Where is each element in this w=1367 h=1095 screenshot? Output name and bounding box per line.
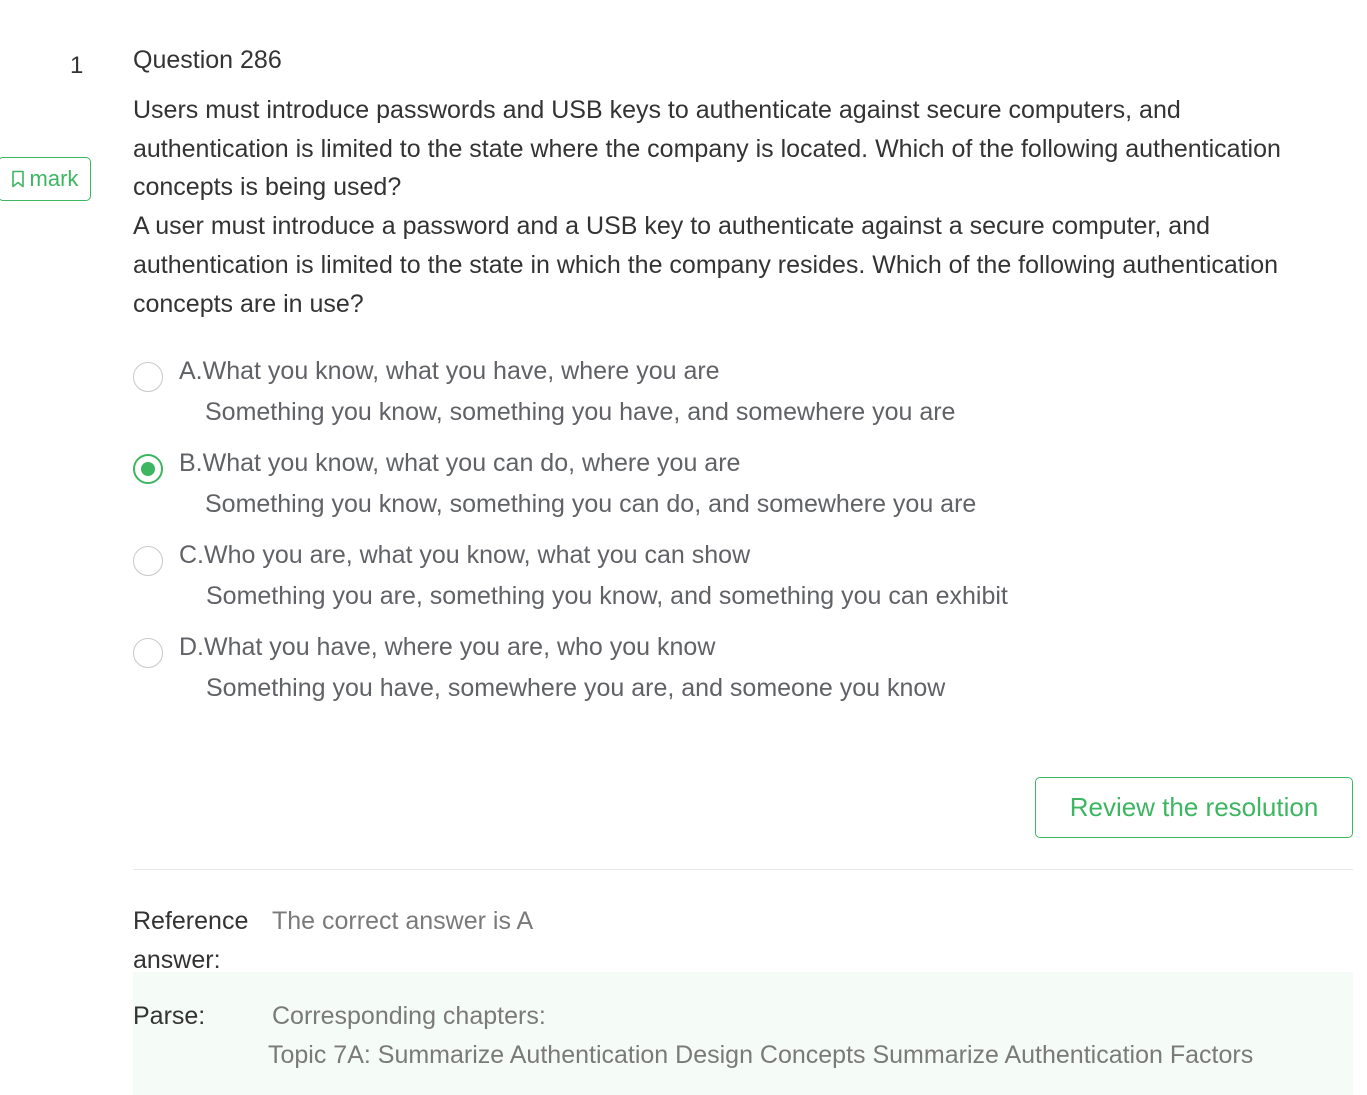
review-resolution-button[interactable]: Review the resolution	[1035, 777, 1353, 838]
option-b-radio[interactable]	[133, 454, 163, 484]
question-text-secondary: A user must introduce a password and a U…	[133, 212, 1279, 318]
section-divider	[133, 869, 1353, 870]
question-index: 1	[70, 52, 84, 79]
option-d-description: Something you have, somewhere you are, a…	[206, 674, 946, 702]
question-text-primary: Users must introduce passwords and USB k…	[133, 96, 1281, 202]
option-c-label: C.Who you are, what you know, what you c…	[179, 541, 751, 569]
bookmark-icon	[11, 170, 24, 188]
question-page: 1 mark Question 286 Users must introduce…	[0, 0, 1367, 1095]
question-title: Question 286	[133, 46, 282, 74]
radio-selected-dot	[141, 462, 155, 476]
option-d-label: D.What you have, where you are, who you …	[179, 633, 716, 661]
option-b[interactable]: B.What you know, what you can do, where …	[133, 447, 1333, 527]
option-a-description: Something you know, something you have, …	[205, 398, 956, 426]
option-b-label: B.What you know, what you can do, where …	[179, 449, 741, 477]
reference-answer-label: Reference answer:	[133, 907, 249, 974]
parse-chapter-topic: Topic 7A: Summarize Authentication Desig…	[268, 1041, 1254, 1069]
option-d[interactable]: D.What you have, where you are, who you …	[133, 631, 1333, 711]
reference-answer-value: The correct answer is A	[272, 907, 534, 935]
option-a[interactable]: A.What you know, what you have, where yo…	[133, 355, 1333, 435]
option-c[interactable]: C.Who you are, what you know, what you c…	[133, 539, 1333, 619]
option-a-label: A.What you know, what you have, where yo…	[179, 357, 720, 385]
option-b-description: Something you know, something you can do…	[205, 490, 977, 518]
parse-section: Parse: Corresponding chapters: Topic 7A:…	[133, 972, 1353, 1095]
option-c-description: Something you are, something you know, a…	[206, 582, 1008, 610]
option-a-radio[interactable]	[133, 362, 163, 392]
option-c-radio[interactable]	[133, 546, 163, 576]
parse-label: Parse:	[133, 1002, 206, 1030]
option-d-radio[interactable]	[133, 638, 163, 668]
question-body: Users must introduce passwords and USB k…	[133, 91, 1313, 323]
mark-label: mark	[29, 166, 79, 191]
mark-button[interactable]: mark	[0, 157, 91, 201]
parse-chapters-heading: Corresponding chapters:	[272, 1002, 546, 1030]
